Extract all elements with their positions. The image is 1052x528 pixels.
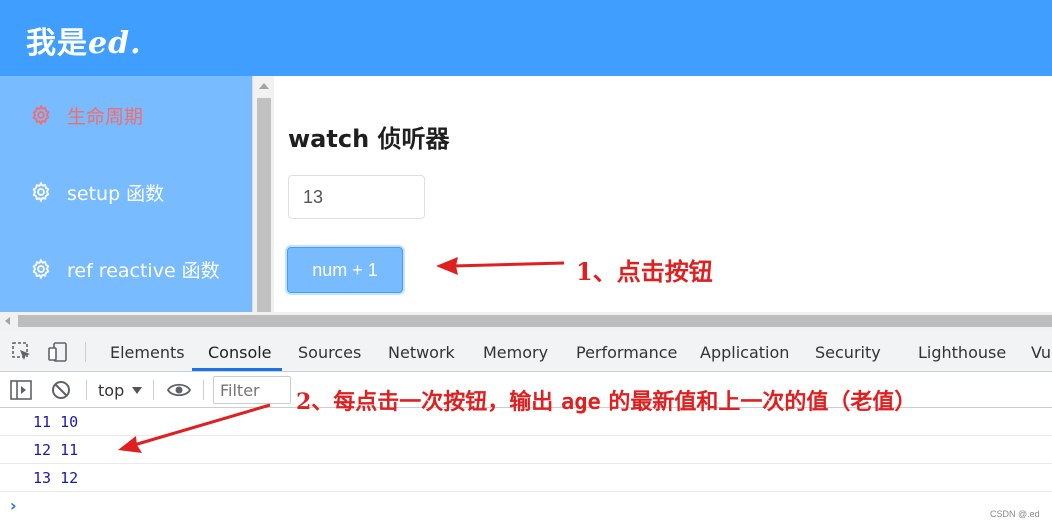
- sidebar-item-setup[interactable]: setup 函数: [30, 177, 164, 207]
- active-tab-indicator: [192, 368, 282, 371]
- gear-icon: [32, 104, 50, 126]
- sidebar-toggle-icon[interactable]: [10, 380, 32, 400]
- brand-suffix: ed.: [88, 26, 142, 61]
- sidebar-item-lifecycle[interactable]: 生命周期: [30, 100, 143, 130]
- devtools-panel: Elements Console Sources Network Memory …: [0, 330, 1052, 528]
- tab-application[interactable]: Application: [700, 343, 789, 362]
- scrollbar-thumb[interactable]: [18, 315, 1052, 327]
- increment-button[interactable]: num + 1: [287, 247, 403, 293]
- watermark: CSDN @.ed: [990, 509, 1040, 519]
- annotation-step-2-after: 的最新值和上一次的值（老值）: [600, 389, 917, 415]
- app-header: 我是ed.: [0, 0, 1052, 76]
- tab-lighthouse[interactable]: Lighthouse: [918, 343, 1006, 362]
- tab-memory[interactable]: Memory: [483, 343, 548, 362]
- tab-vue[interactable]: Vu: [1031, 343, 1051, 362]
- annotation-step-2-before: 2、每点击一次按钮，输出: [296, 389, 561, 415]
- divider: [86, 380, 87, 400]
- filter-input[interactable]: [213, 376, 291, 404]
- console-log-text: 13 12: [33, 469, 79, 487]
- inspect-element-icon[interactable]: [12, 342, 32, 362]
- horizontal-scrollbar[interactable]: [0, 312, 1052, 330]
- console-log-row: 12 11: [0, 436, 1052, 464]
- brand-logo: 我是ed.: [26, 18, 142, 62]
- context-selector[interactable]: top: [98, 381, 124, 400]
- tab-security[interactable]: Security: [815, 343, 881, 362]
- clear-console-icon[interactable]: [51, 380, 71, 400]
- page-title: watch 侦听器: [288, 125, 450, 153]
- tab-console[interactable]: Console: [208, 343, 272, 362]
- age-input[interactable]: [288, 175, 425, 219]
- annotation-step-2: 2、每点击一次按钮，输出 age 的最新值和上一次的值（老值）: [296, 384, 916, 416]
- device-toolbar-icon[interactable]: [48, 342, 68, 362]
- divider: [203, 380, 204, 400]
- gear-icon: [32, 258, 50, 280]
- annotation-step-2-code: age: [560, 390, 601, 415]
- sidebar-item-label: setup 函数: [67, 182, 165, 205]
- vertical-scrollbar[interactable]: [252, 76, 274, 312]
- console-log-text: 12 11: [33, 441, 79, 459]
- annotation-step-1: 1、点击按钮: [576, 257, 713, 286]
- tab-sources[interactable]: Sources: [298, 343, 361, 362]
- scroll-left-arrow-icon[interactable]: [5, 317, 10, 325]
- chevron-down-icon[interactable]: [132, 387, 142, 394]
- sidebar-item-label: 生命周期: [67, 105, 144, 128]
- divider: [85, 342, 86, 362]
- divider: [153, 380, 154, 400]
- brand-prefix: 我是: [26, 26, 88, 61]
- scrollbar-thumb[interactable]: [257, 98, 271, 312]
- console-log-row: 13 12: [0, 464, 1052, 492]
- sidebar-item-ref-reactive[interactable]: ref reactive 函数: [30, 254, 220, 284]
- eye-icon[interactable]: [167, 382, 191, 398]
- sidebar: 生命周期 setup 函数 ref reactive 函数: [0, 76, 252, 312]
- tab-performance[interactable]: Performance: [576, 343, 677, 362]
- tab-elements[interactable]: Elements: [110, 343, 185, 362]
- console-log-text: 11 10: [33, 413, 79, 431]
- console-prompt-icon[interactable]: ›: [10, 496, 17, 515]
- sidebar-item-label: ref reactive 函数: [67, 259, 220, 282]
- gear-icon: [32, 181, 50, 203]
- tab-network[interactable]: Network: [388, 343, 455, 362]
- scroll-up-arrow-icon[interactable]: [259, 83, 269, 89]
- devtools-tabbar: Elements Console Sources Network Memory …: [0, 330, 1052, 372]
